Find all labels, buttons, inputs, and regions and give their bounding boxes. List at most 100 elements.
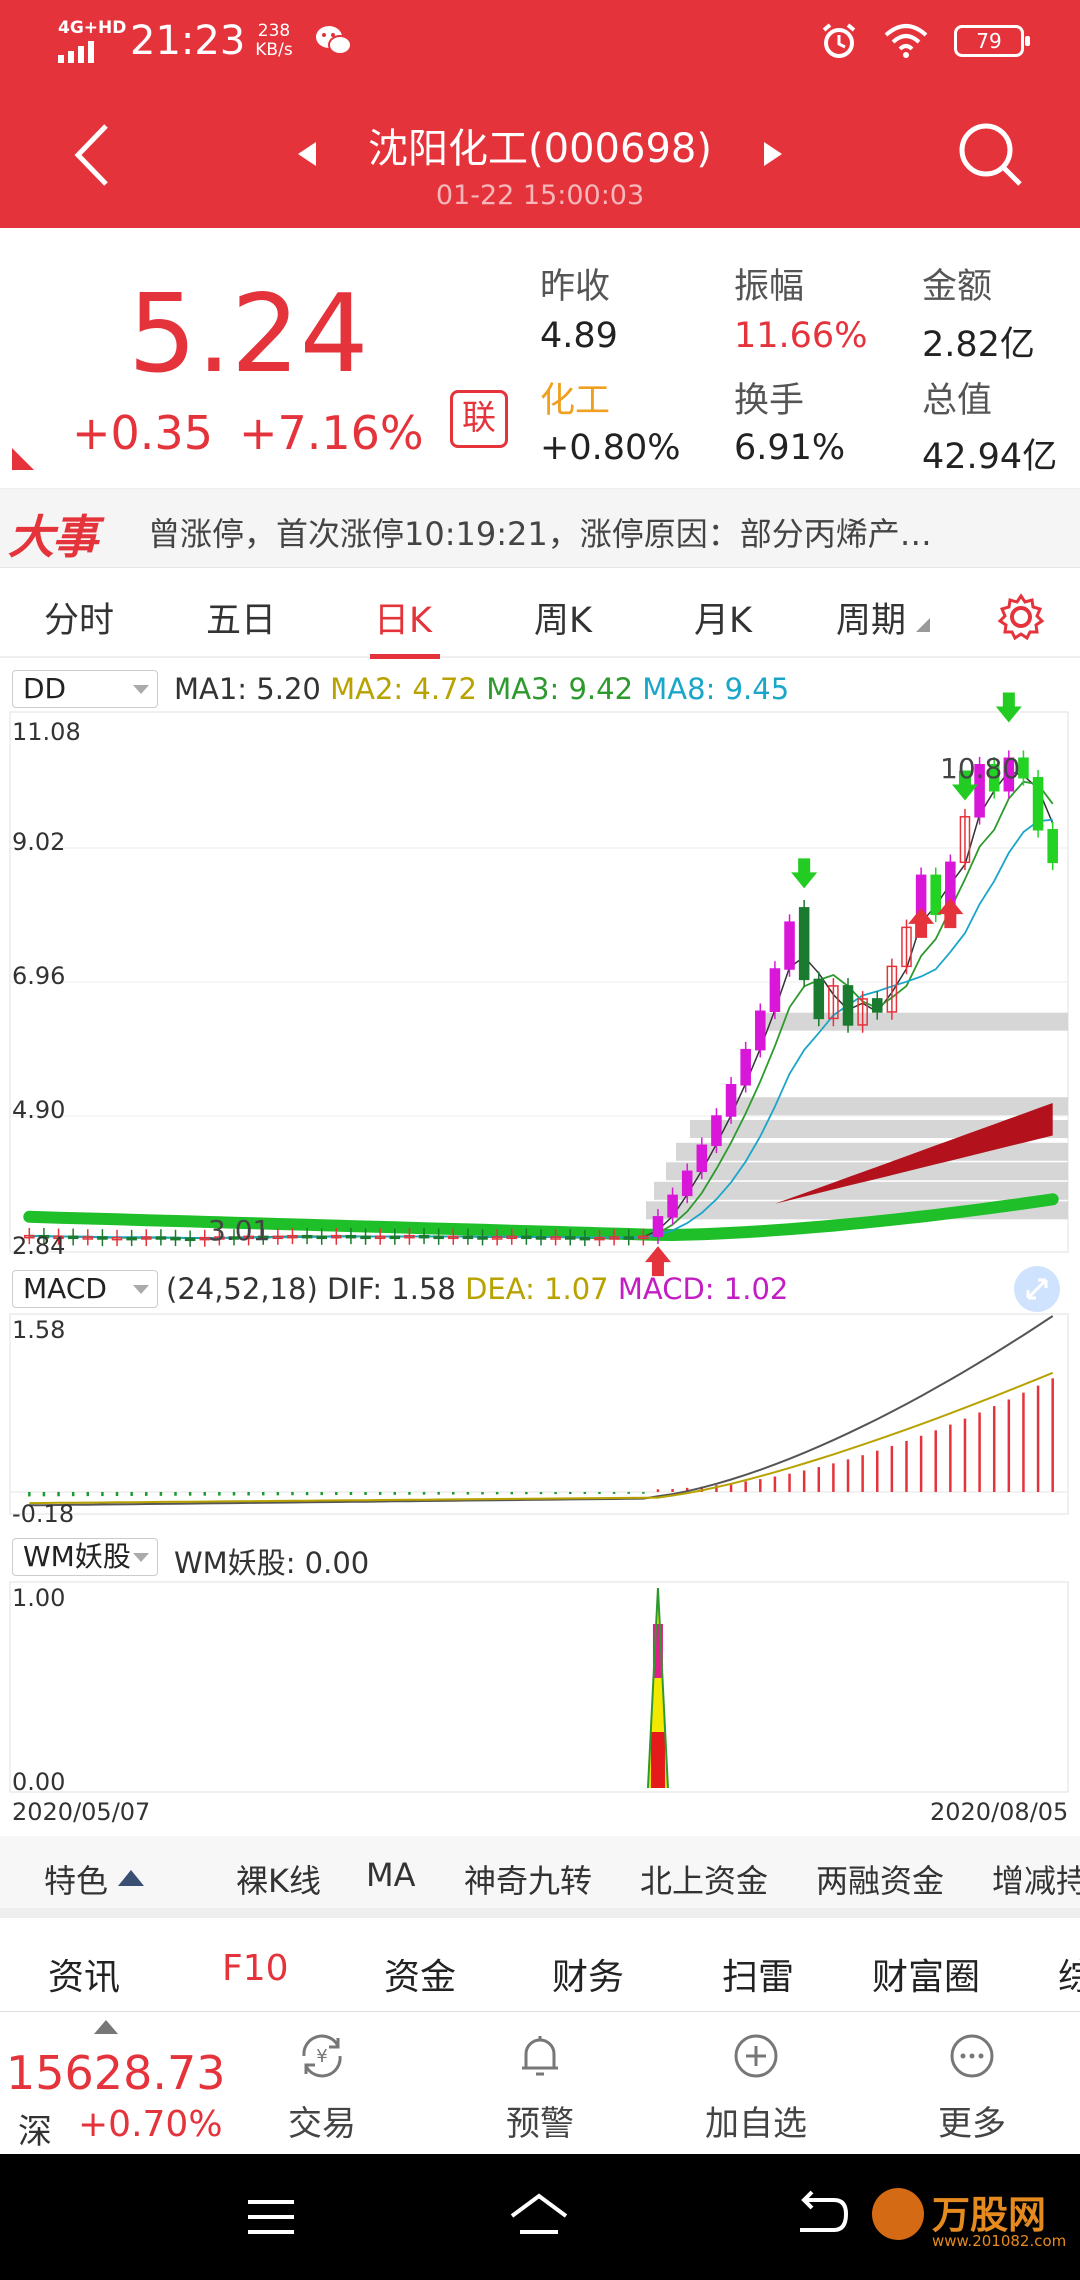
tab-more-overflow[interactable]: 综	[1058, 1948, 1080, 2000]
wm-spike-base	[650, 1732, 665, 1788]
candle-body	[755, 1010, 766, 1051]
tab-five-day[interactable]: 五日	[206, 592, 276, 643]
tab-news[interactable]: 资讯	[48, 1948, 120, 2000]
candle-body	[784, 921, 795, 970]
candle-body	[535, 1236, 547, 1240]
back-nav-icon[interactable]	[786, 2182, 856, 2252]
candle-body	[126, 1236, 137, 1241]
tab-weekly-k[interactable]: 周K	[534, 592, 592, 643]
candle-body	[67, 1235, 79, 1240]
macd-legend: (24,52,18) DIF: 1.58 DEA: 1.07 MACD: 1.0…	[166, 1272, 788, 1306]
candle-body	[696, 1144, 708, 1173]
tab-intraday[interactable]: 分时	[44, 592, 114, 643]
kline-chart	[9, 692, 1069, 1793]
dif-label: DIF: 1.58	[327, 1272, 456, 1306]
corner-mark	[12, 448, 34, 470]
alarm-icon	[822, 23, 856, 58]
chart-area[interactable]: DD MA1: 5.20 MA2: 4.72 MA3: 9.42 MA8: 9.…	[0, 660, 1080, 1830]
candle-body	[462, 1235, 474, 1240]
ind-tab-northbound[interactable]: 北上资金	[640, 1856, 768, 1902]
period-tabs: 分时 五日 日K 周K 月K 周期	[0, 572, 1080, 659]
wm-ymax: 1.00	[12, 1584, 66, 1612]
search-button[interactable]	[954, 118, 1026, 190]
ind-tab-margin[interactable]: 两融资金	[816, 1856, 944, 1902]
candle-body	[1047, 829, 1058, 864]
dd-indicator-select[interactable]: DD	[12, 670, 158, 708]
dea-line	[29, 1371, 1054, 1505]
candle-body	[345, 1234, 357, 1239]
tab-finance[interactable]: 财务	[552, 1948, 624, 2000]
index-name: 深	[18, 2112, 52, 2152]
linked-button[interactable]: 联	[450, 390, 508, 448]
amplitude-value: 11.66%	[734, 316, 868, 356]
more-dots-icon	[950, 2034, 994, 2078]
network-speed: 238 KB/s	[255, 22, 292, 60]
sector-label[interactable]: 化工	[540, 372, 610, 423]
candle-body	[97, 1236, 108, 1240]
clock: 21:23	[130, 18, 246, 64]
wifi-icon	[884, 24, 928, 58]
ma3-label: MA3: 9.42	[486, 672, 634, 706]
home-icon[interactable]	[504, 2182, 574, 2252]
news-ticker[interactable]: 大事 曾涨停，首次涨停10:19:21，涨停原因：部分丙烯产…	[0, 488, 1080, 568]
add-circle-icon	[734, 2034, 778, 2078]
macd-indicator-select[interactable]: MACD	[12, 1270, 158, 1308]
settings-gear-icon[interactable]	[996, 592, 1046, 642]
candle-body	[389, 1235, 401, 1240]
add-watchlist-button[interactable]: 加自选	[676, 2012, 836, 2154]
candle-body	[711, 1115, 722, 1147]
kline-y4: 4.90	[12, 1096, 66, 1124]
candle-body	[579, 1236, 591, 1241]
active-tab-indicator	[370, 654, 440, 659]
tab-community[interactable]: 财富圈	[872, 1948, 980, 2000]
candle-body	[184, 1237, 196, 1242]
tab-monthly-k[interactable]: 月K	[694, 592, 752, 643]
ind-tab-featured[interactable]: 特色	[44, 1856, 108, 1902]
add-watchlist-label: 加自选	[705, 2104, 807, 2144]
ma8-label: MA8: 9.45	[642, 672, 790, 706]
change-percent: +7.16%	[238, 406, 424, 460]
next-stock-button[interactable]	[762, 140, 784, 168]
stock-title: 沈阳化工(000698)	[368, 126, 712, 172]
alert-button[interactable]: 预警	[460, 2012, 620, 2154]
tab-f10[interactable]: F10	[222, 1948, 289, 1989]
trade-button[interactable]: ¥ 交易	[242, 2012, 402, 2154]
candle-body	[521, 1235, 532, 1240]
system-nav-bar: 万股网 www.201082.com	[0, 2154, 1080, 2280]
wm-value-label: WM妖股: 0.00	[174, 1546, 370, 1580]
amount-value: 2.82亿	[922, 325, 1035, 365]
candle-body	[564, 1236, 576, 1240]
prev-stock-button[interactable]	[296, 140, 318, 168]
high-price-mark: 10.80	[940, 752, 1021, 785]
candle-body	[813, 978, 825, 1020]
speed-value: 238	[257, 21, 291, 41]
wm-indicator-select[interactable]: WM妖股	[12, 1538, 158, 1576]
ind-tab-holdings[interactable]: 增减持	[992, 1856, 1080, 1902]
date-end: 2020/08/05	[930, 1798, 1069, 1826]
macd-params: (24,52,18)	[166, 1272, 318, 1306]
turnover-value: 6.91%	[734, 428, 846, 468]
back-button[interactable]	[66, 120, 118, 190]
tab-period[interactable]: 周期	[836, 592, 906, 643]
macd-frame	[9, 1313, 1069, 1515]
ind-tab-ma[interactable]: MA	[366, 1856, 416, 1894]
index-value[interactable]: 15628.73	[6, 2046, 226, 2100]
wm-frame	[9, 1581, 1069, 1793]
expand-icon[interactable]	[1014, 1266, 1060, 1312]
speed-unit: KB/s	[255, 40, 293, 60]
index-up-icon	[94, 2020, 118, 2034]
bottom-toolbar: 15628.73 深 +0.70% ¥ 交易 预警 加自选 更多	[0, 2012, 1080, 2154]
tab-funds[interactable]: 资金	[384, 1948, 456, 2000]
ind-tab-naked-k[interactable]: 裸K线	[236, 1856, 321, 1902]
tab-daily-k[interactable]: 日K	[374, 592, 432, 643]
wechat-icon	[315, 26, 352, 55]
low-price-mark: 3.01	[208, 1214, 271, 1247]
menu-icon[interactable]	[236, 2182, 306, 2252]
candle-body	[769, 968, 781, 1013]
candle-body	[1032, 776, 1044, 831]
tab-risk-scan[interactable]: 扫雷	[722, 1948, 794, 2000]
ind-tab-magic-nine[interactable]: 神奇九转	[464, 1856, 592, 1902]
more-button[interactable]: 更多	[892, 2012, 1052, 2154]
market-cap-value: 42.94亿	[922, 437, 1058, 477]
macd-ymin: -0.18	[12, 1500, 75, 1528]
